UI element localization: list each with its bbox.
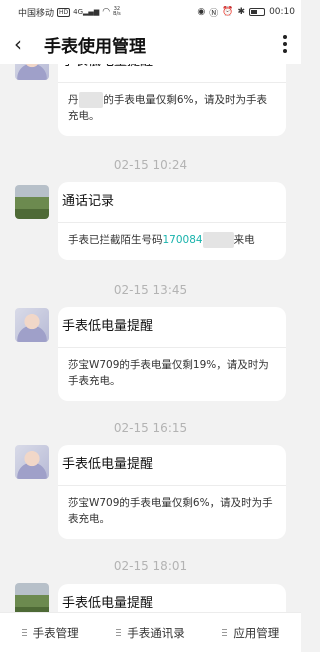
bottom-nav: 手表管理 手表通讯录 应用管理 — [0, 612, 301, 652]
wifi-icon: ◠ — [102, 7, 111, 17]
timestamp: 02-15 18:01 — [113, 559, 188, 573]
timestamp: 02-15 10:24 — [113, 158, 188, 172]
back-button[interactable]: ‹ — [0, 32, 36, 56]
message-card[interactable]: 通话记录 手表已拦截陌生号码170084xxxxx来电 — [58, 182, 286, 260]
message-card[interactable]: 手表低电量提醒 莎宝W709的手表电量仅剩6%，请及时为手表充电。 — [58, 445, 286, 539]
bluetooth-icon: ✱ — [237, 7, 246, 17]
redacted-name: xxxx — [78, 92, 104, 108]
message-card[interactable]: 手表低电量提醒 莎宝W709的手表电量仅剩19%，请及时为手表充电。 — [58, 307, 286, 401]
message-title: 手表低电量提醒 — [62, 319, 154, 334]
eye-icon: ◉ — [197, 7, 206, 17]
message-list[interactable]: 手表低电量提醒 丹xxxx的手表电量仅剩6%，请及时为手表充电。 02-15 1… — [0, 64, 301, 612]
menu-icon — [116, 629, 122, 636]
message-title: 手表低电量提醒 — [62, 596, 154, 611]
more-vertical-icon — [283, 35, 287, 39]
message-body: 莎宝W709的手表电量仅剩6%，请及时为手表充电。 — [68, 497, 273, 525]
avatar — [15, 445, 49, 479]
message-title: 手表低电量提醒 — [62, 457, 154, 472]
nav-watch-contacts[interactable]: 手表通讯录 — [100, 625, 200, 641]
menu-icon — [222, 629, 228, 636]
message-title: 手表低电量提醒 — [58, 64, 286, 82]
message-body: 丹xxxx的手表电量仅剩6%，请及时为手表充电。 — [58, 83, 286, 136]
message-card[interactable]: 手表低电量提醒 — [58, 584, 286, 612]
message-body-suffix: 来电 — [233, 234, 255, 246]
menu-icon — [21, 629, 27, 636]
more-dot — [283, 42, 287, 46]
battery-icon — [249, 8, 266, 16]
nav-label: 手表通讯录 — [127, 625, 185, 640]
message-body-prefix: 丹 — [68, 94, 79, 106]
nav-app-management[interactable]: 应用管理 — [201, 625, 301, 641]
nav-label: 手表管理 — [32, 625, 79, 640]
status-bar: 中国移动 HD 4G▂▄▆ ◠ 32 B/s ◉ Ⓝ ⏰ ✱ 00:10 — [0, 0, 301, 24]
message-body: 莎宝W709的手表电量仅剩19%，请及时为手表充电。 — [68, 359, 269, 387]
avatar — [15, 185, 49, 219]
message-body-prefix: 手表已拦截陌生号码 — [68, 234, 163, 246]
message-card[interactable]: 手表低电量提醒 丹xxxx的手表电量仅剩6%，请及时为手表充电。 — [58, 64, 286, 136]
clock-time: 00:10 — [269, 7, 295, 17]
avatar — [15, 64, 49, 80]
signal-icon: 4G▂▄▆ — [73, 8, 100, 16]
net-speed-unit: B/s — [113, 11, 121, 17]
title-bar: ‹ 手表使用管理 — [0, 24, 301, 64]
message-title: 通话记录 — [62, 194, 115, 209]
signal-label: 4G — [73, 8, 84, 16]
avatar — [15, 583, 49, 612]
redacted-number: xxxxx — [202, 232, 234, 248]
nav-label: 应用管理 — [233, 625, 280, 640]
nfc-icon: Ⓝ — [209, 8, 219, 19]
net-speed: 32 B/s — [113, 7, 121, 17]
timestamp: 02-15 16:15 — [113, 421, 188, 435]
page-title: 手表使用管理 — [44, 36, 146, 57]
hd-badge: HD — [57, 7, 71, 17]
timestamp: 02-15 13:45 — [113, 283, 188, 297]
chevron-left-icon: ‹ — [14, 32, 22, 56]
more-dot — [283, 49, 287, 53]
phone-number-link[interactable]: 170084 — [163, 234, 203, 246]
more-button[interactable] — [283, 35, 287, 53]
carrier-label: 中国移动 — [18, 8, 55, 19]
alarm-icon: ⏰ — [222, 7, 234, 17]
avatar — [15, 308, 49, 342]
message-body: 手表已拦截陌生号码170084xxxxx来电 — [58, 223, 286, 260]
nav-watch-management[interactable]: 手表管理 — [0, 625, 100, 641]
